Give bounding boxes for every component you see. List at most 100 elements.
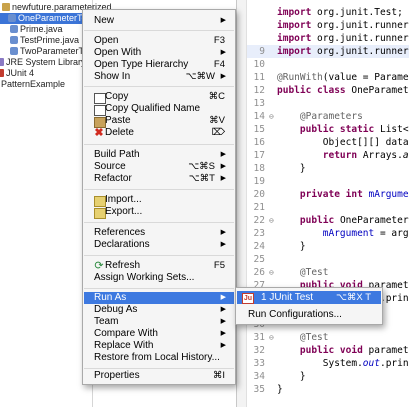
- submenu-arrow-icon: ▶: [220, 294, 226, 301]
- menu-item-declarations[interactable]: Declarations ▶: [84, 239, 234, 251]
- code-line: 13: [253, 98, 265, 109]
- context-menu: New ▶ Open F3 Open With ▶ Open Type Hierarc…: [82, 9, 236, 385]
- menu-separator: [84, 288, 234, 289]
- code-line: 20 private int mArgume: [253, 189, 409, 200]
- submenu-arrow-icon: ▶: [220, 318, 226, 325]
- fold-icon: ⊖: [269, 333, 274, 342]
- menu-item-replace-with[interactable]: Replace With ▶: [84, 340, 234, 352]
- menu-separator: [84, 30, 234, 31]
- code-line-current: 9 import org.junit.runner: [247, 45, 409, 58]
- menu-item-references[interactable]: References ▶: [84, 227, 234, 239]
- tree-item-file[interactable]: TestPrime.java: [10, 35, 79, 46]
- menu-separator: [84, 222, 234, 223]
- menu-item-show-in[interactable]: Show In ⌥⌘W ▶: [84, 71, 234, 83]
- code-line: 18 }: [253, 163, 306, 174]
- java-file-icon: [10, 25, 18, 33]
- tree-item-label: Prime.java: [20, 24, 63, 34]
- code-line: 31 ⊖ @Test: [253, 332, 329, 343]
- delete-icon: ✖: [94, 127, 104, 139]
- menu-item-refactor[interactable]: Refactor ⌥⌘T ▶: [84, 173, 234, 185]
- submenu-arrow-icon: ▶: [220, 306, 226, 313]
- submenu-arrow-icon: ▶: [220, 229, 226, 236]
- menu-separator: [84, 144, 234, 145]
- tree-item-library[interactable]: JUnit 4: [0, 68, 34, 79]
- submenu-item-junit-test[interactable]: Ju 1 JUnit Test ⌥⌘X T: [237, 291, 381, 304]
- menu-item-delete[interactable]: ✖ Delete ⌦: [84, 127, 234, 139]
- run-as-submenu: Ju 1 JUnit Test ⌥⌘X T Run Configurations…: [235, 287, 383, 325]
- code-line: import org.junit.runner: [277, 33, 409, 44]
- menu-item-paste[interactable]: Paste ⌘V: [84, 115, 234, 128]
- menu-item-refresh[interactable]: ⟳ Refresh F5: [84, 260, 234, 272]
- junit-library-icon: [0, 69, 4, 77]
- fold-icon: ⊖: [269, 112, 274, 121]
- editor-ruler: [237, 0, 247, 407]
- tree-item-label: TestPrime.java: [20, 35, 80, 45]
- menu-item-copy-qualified-name[interactable]: Copy Qualified Name: [84, 103, 234, 116]
- java-file-icon: [10, 47, 18, 55]
- code-line: import org.junit.runner: [277, 20, 409, 31]
- menu-separator: [84, 368, 234, 369]
- code-line: 32 public void paramet: [253, 345, 409, 356]
- library-icon: [0, 58, 4, 66]
- code-line: 25: [253, 254, 265, 265]
- menu-item-run-as[interactable]: Run As ▶: [84, 292, 234, 304]
- package-icon: [2, 3, 10, 11]
- submenu-arrow-icon: ▶: [220, 175, 226, 182]
- code-line: 35}: [253, 384, 283, 395]
- submenu-arrow-icon: ▶: [220, 49, 226, 56]
- submenu-item-run-configurations[interactable]: Run Configurations...: [237, 308, 381, 321]
- tree-item-label: JUnit 4: [6, 68, 35, 78]
- java-file-icon: [8, 14, 16, 22]
- menu-item-restore-local-history[interactable]: Restore from Local History...: [84, 352, 234, 364]
- menu-item-source[interactable]: Source ⌥⌘S ▶: [84, 161, 234, 173]
- submenu-arrow-icon: ▶: [220, 342, 226, 349]
- code-line: 34 }: [253, 371, 306, 382]
- code-line: 21: [253, 202, 265, 213]
- menu-item-build-path[interactable]: Build Path ▶: [84, 149, 234, 161]
- submenu-arrow-icon: ▶: [220, 17, 226, 24]
- code-line: import org.junit.Test;: [277, 7, 403, 18]
- submenu-arrow-icon: ▶: [220, 330, 226, 337]
- menu-item-export[interactable]: Export...: [84, 206, 234, 219]
- junit-icon: Ju: [242, 293, 254, 304]
- tree-item-project[interactable]: PatternExample: [0, 79, 65, 90]
- code-editor[interactable]: import org.junit.Test; import org.junit.…: [236, 0, 409, 407]
- menu-item-open-with[interactable]: Open With ▶: [84, 47, 234, 59]
- submenu-arrow-icon: ▶: [220, 241, 226, 248]
- menu-item-open[interactable]: Open F3: [84, 35, 234, 47]
- menu-separator: [84, 255, 234, 256]
- code-line: 11 @RunWith(value = Parame: [253, 72, 409, 83]
- code-line: 10: [253, 59, 265, 70]
- submenu-arrow-icon: ▶: [220, 73, 226, 80]
- menu-item-team[interactable]: Team ▶: [84, 316, 234, 328]
- menu-item-properties[interactable]: Properties ⌘I: [84, 370, 234, 382]
- java-file-icon: [10, 36, 18, 44]
- fold-icon: ⊖: [269, 268, 274, 277]
- package-explorer: newfuture.parameterized OneParameterTest…: [0, 0, 140, 407]
- menu-item-assign-working-sets[interactable]: Assign Working Sets...: [84, 272, 234, 284]
- code-line: 17 return Arrays.a: [253, 150, 409, 161]
- code-line: 14 ⊖ @Parameters: [253, 111, 363, 122]
- menu-item-copy[interactable]: Copy ⌘C: [84, 91, 234, 104]
- menu-separator: [84, 189, 234, 190]
- code-line: 23 mArgument = arg: [253, 228, 409, 239]
- menu-item-import[interactable]: Import...: [84, 194, 234, 207]
- code-line: 33 System.out.prin: [253, 358, 409, 369]
- code-line: 24 }: [253, 241, 306, 252]
- fold-icon: ⊖: [269, 216, 274, 225]
- code-line: 12 public class OneParamet: [253, 85, 409, 96]
- tree-item-label: PatternExample: [1, 79, 66, 89]
- code-line: 26 ⊖ @Test: [253, 267, 329, 278]
- submenu-arrow-icon: ▶: [220, 163, 226, 170]
- menu-item-compare-with[interactable]: Compare With ▶: [84, 328, 234, 340]
- menu-item-new[interactable]: New ▶: [84, 15, 234, 27]
- code-line: 22 ⊖ public OneParameter: [253, 215, 409, 226]
- code-line: 15 public static List<: [253, 124, 409, 135]
- refresh-icon: ⟳: [94, 260, 104, 272]
- tree-item-file[interactable]: Prime.java: [10, 24, 63, 35]
- code-line: 16 Object[][] data: [253, 137, 409, 148]
- code-line: 19: [253, 176, 265, 187]
- submenu-arrow-icon: ▶: [220, 151, 226, 158]
- menu-item-open-type-hierarchy[interactable]: Open Type Hierarchy F4: [84, 59, 234, 71]
- menu-item-debug-as[interactable]: Debug As ▶: [84, 304, 234, 316]
